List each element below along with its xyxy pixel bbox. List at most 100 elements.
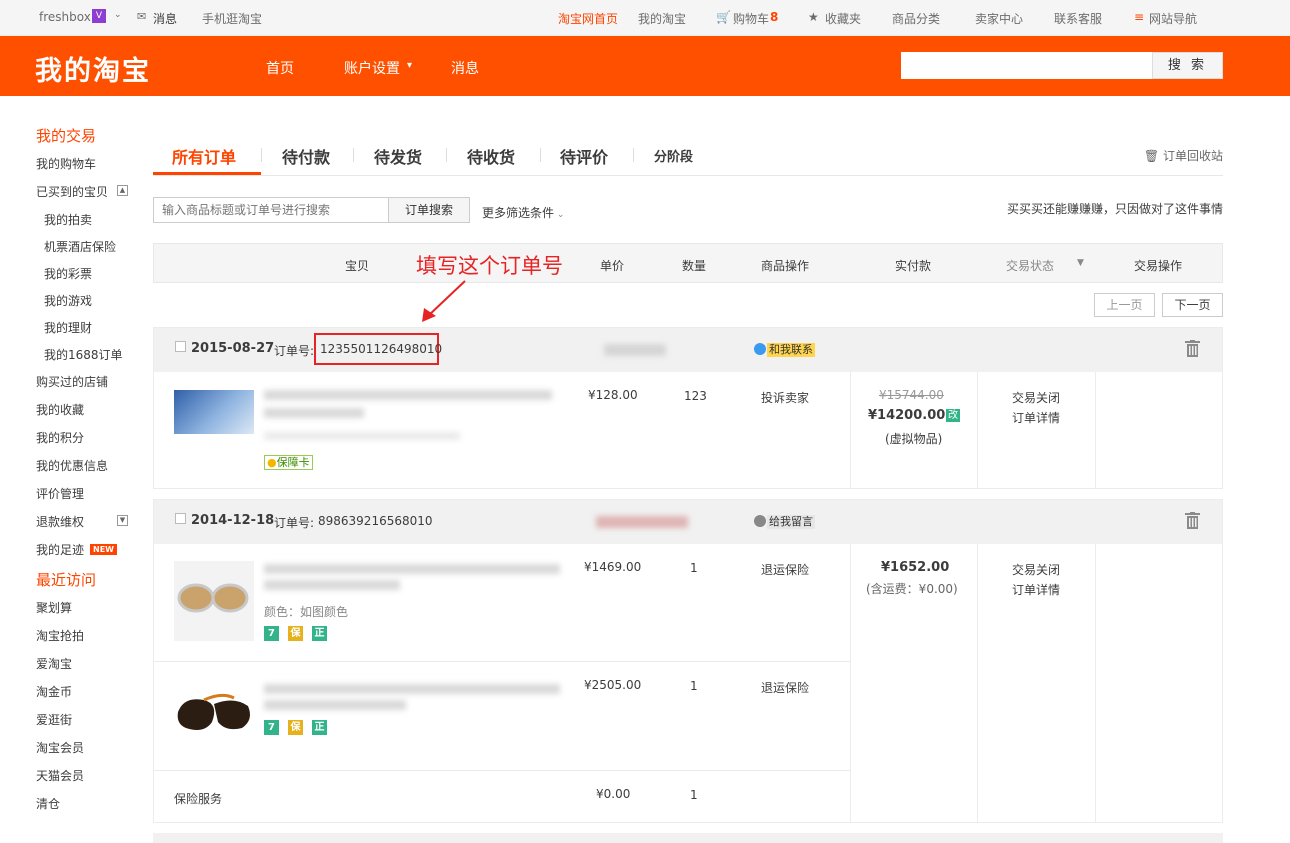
- sidebar-recent-item[interactable]: 爱逛街: [36, 710, 146, 738]
- sidebar-item-label: 已买到的宝贝: [36, 185, 109, 199]
- seller-center-link[interactable]: 卖家中心: [975, 10, 1023, 27]
- product-title[interactable]: [264, 390, 552, 400]
- trash-icon[interactable]: [1185, 340, 1200, 357]
- col-status[interactable]: 交易状态: [1006, 257, 1054, 274]
- promo-text[interactable]: 买买买还能赚赚赚，只因做对了这件事情: [1007, 200, 1223, 217]
- insurance-price: ¥0.00: [596, 787, 631, 801]
- contact-seller-button[interactable]: 和我联系: [767, 343, 815, 357]
- categories-link[interactable]: 商品分类: [892, 10, 940, 27]
- sidebar-item-shops[interactable]: 购买过的店铺: [36, 372, 146, 400]
- order-search-button[interactable]: 订单搜索: [388, 197, 470, 223]
- sidebar-item-footprint[interactable]: 我的足迹 NEW: [36, 540, 146, 568]
- order-detail-link[interactable]: 订单详情: [1012, 409, 1060, 426]
- sidebar-recent-item[interactable]: 清仓: [36, 794, 146, 822]
- next-page-button[interactable]: 下一页: [1162, 293, 1223, 317]
- username-link[interactable]: freshbox: [39, 10, 91, 24]
- order-search-input[interactable]: [153, 197, 389, 223]
- sidebar-recent-item[interactable]: 淘金币: [36, 682, 146, 710]
- cart-link[interactable]: 购物车: [733, 10, 769, 27]
- guarantee-label: 保障卡: [276, 456, 310, 469]
- order-header: [153, 833, 1223, 843]
- customer-service-link[interactable]: 联系客服: [1054, 10, 1102, 27]
- trade-status: 交易关闭: [1012, 391, 1061, 405]
- shop-name[interactable]: [604, 344, 666, 356]
- sidebar-item-refunds[interactable]: 退款维权 ▼: [36, 512, 146, 540]
- sidebar-recent-item[interactable]: 爱淘宝: [36, 654, 146, 682]
- product-thumbnail[interactable]: [174, 682, 254, 762]
- sidebar-recent-item[interactable]: 天猫会员: [36, 766, 146, 794]
- sidebar-item-bought[interactable]: 已买到的宝贝 ▲: [36, 182, 146, 210]
- tab-all-orders[interactable]: 所有订单: [172, 144, 236, 168]
- recycle-bin-link[interactable]: 🗑 订单回收站: [1144, 147, 1223, 164]
- nav-account-settings[interactable]: 账户设置: [344, 58, 400, 78]
- trash-icon[interactable]: [1185, 512, 1200, 529]
- tab-staged[interactable]: 分阶段: [654, 146, 693, 165]
- expand-icon[interactable]: ▼: [117, 515, 128, 526]
- sidebar-subitem-travel[interactable]: 机票酒店保险: [36, 237, 146, 264]
- quantity: 1: [690, 679, 698, 693]
- product-title[interactable]: [264, 408, 364, 418]
- more-filters-label: 更多筛选条件: [482, 206, 555, 220]
- prev-page-button[interactable]: 上一页: [1094, 293, 1155, 317]
- sidebar-recent-item[interactable]: 聚划算: [36, 598, 146, 626]
- nav-messages[interactable]: 消息: [451, 58, 479, 78]
- sidebar-item-favorites[interactable]: 我的收藏: [36, 400, 146, 428]
- chat-icon[interactable]: [754, 343, 766, 355]
- order-checkbox[interactable]: [175, 513, 186, 524]
- site-nav-link[interactable]: 网站导航: [1149, 10, 1197, 27]
- sidebar-item-reviews[interactable]: 评价管理: [36, 484, 146, 512]
- order-checkbox[interactable]: [175, 341, 186, 352]
- tab-unshipped[interactable]: 待发货: [374, 144, 422, 168]
- product-title[interactable]: [264, 580, 400, 590]
- sunglasses-icon: [177, 693, 250, 730]
- product-thumbnail[interactable]: [174, 390, 254, 434]
- sidebar-subitem-lottery[interactable]: 我的彩票: [36, 264, 146, 291]
- sidebar-item-points[interactable]: 我的积分: [36, 428, 146, 456]
- authentic-icon[interactable]: 正: [312, 626, 327, 641]
- product-title[interactable]: [264, 684, 560, 694]
- sidebar-subitem-games[interactable]: 我的游戏: [36, 291, 146, 318]
- product-title[interactable]: [264, 564, 560, 574]
- sidebar-subitem-finance[interactable]: 我的理财: [36, 318, 146, 345]
- product-sku: [264, 432, 460, 440]
- more-filters-link[interactable]: 更多筛选条件 ⌄: [482, 204, 564, 221]
- shop-name[interactable]: [596, 516, 688, 528]
- my-taobao-link[interactable]: 我的淘宝: [638, 10, 686, 27]
- caret-down-icon[interactable]: ▼: [1077, 258, 1084, 268]
- product-thumbnail[interactable]: [174, 561, 254, 641]
- logo[interactable]: 我的淘宝: [35, 49, 151, 88]
- collapse-icon[interactable]: ▲: [117, 185, 128, 196]
- guarantee-icon[interactable]: 保: [288, 720, 303, 735]
- sidebar-recent-item[interactable]: 淘宝抢拍: [36, 626, 146, 654]
- nav-home[interactable]: 首页: [266, 58, 294, 78]
- product-title[interactable]: [264, 700, 406, 710]
- leave-message-button[interactable]: 给我留言: [767, 515, 815, 529]
- taobao-home-link[interactable]: 淘宝网首页: [558, 10, 618, 27]
- guarantee-card-badge[interactable]: ●保障卡: [264, 455, 313, 470]
- chat-icon[interactable]: [754, 515, 766, 527]
- chevron-down-icon[interactable]: ⌄: [114, 10, 122, 20]
- return-shipping-insurance[interactable]: 退运保险: [761, 561, 809, 578]
- sidebar-item-cart[interactable]: 我的购物车: [36, 154, 146, 182]
- tab-unreceived[interactable]: 待收货: [467, 144, 515, 168]
- sidebar-item-coupons[interactable]: 我的优惠信息: [36, 456, 146, 484]
- tab-unrated[interactable]: 待评价: [560, 144, 608, 168]
- messages-link[interactable]: 消息: [153, 10, 177, 27]
- authentic-icon[interactable]: 正: [312, 720, 327, 735]
- sidebar-subitem-auction[interactable]: 我的拍卖: [36, 210, 146, 237]
- seven-day-return-icon[interactable]: 7: [264, 720, 279, 735]
- guarantee-icon[interactable]: 保: [288, 626, 303, 641]
- complain-seller-link[interactable]: 投诉卖家: [761, 389, 809, 406]
- sidebar-subitem-1688[interactable]: 我的1688订单: [36, 345, 146, 372]
- favorites-link[interactable]: 收藏夹: [825, 10, 861, 27]
- header-search-button[interactable]: 搜 索: [1152, 52, 1223, 79]
- sidebar-recent-item[interactable]: 淘宝会员: [36, 738, 146, 766]
- return-shipping-insurance[interactable]: 退运保险: [761, 679, 809, 696]
- seven-day-return-icon[interactable]: 7: [264, 626, 279, 641]
- order-detail-link[interactable]: 订单详情: [1012, 581, 1060, 598]
- sidebar-heading-my-trade[interactable]: 我的交易: [36, 126, 146, 154]
- order-date: 2014-12-18: [191, 513, 275, 528]
- tab-unpaid[interactable]: 待付款: [282, 144, 330, 168]
- header-search-input[interactable]: [901, 52, 1152, 79]
- mobile-taobao-link[interactable]: 手机逛淘宝: [202, 10, 262, 27]
